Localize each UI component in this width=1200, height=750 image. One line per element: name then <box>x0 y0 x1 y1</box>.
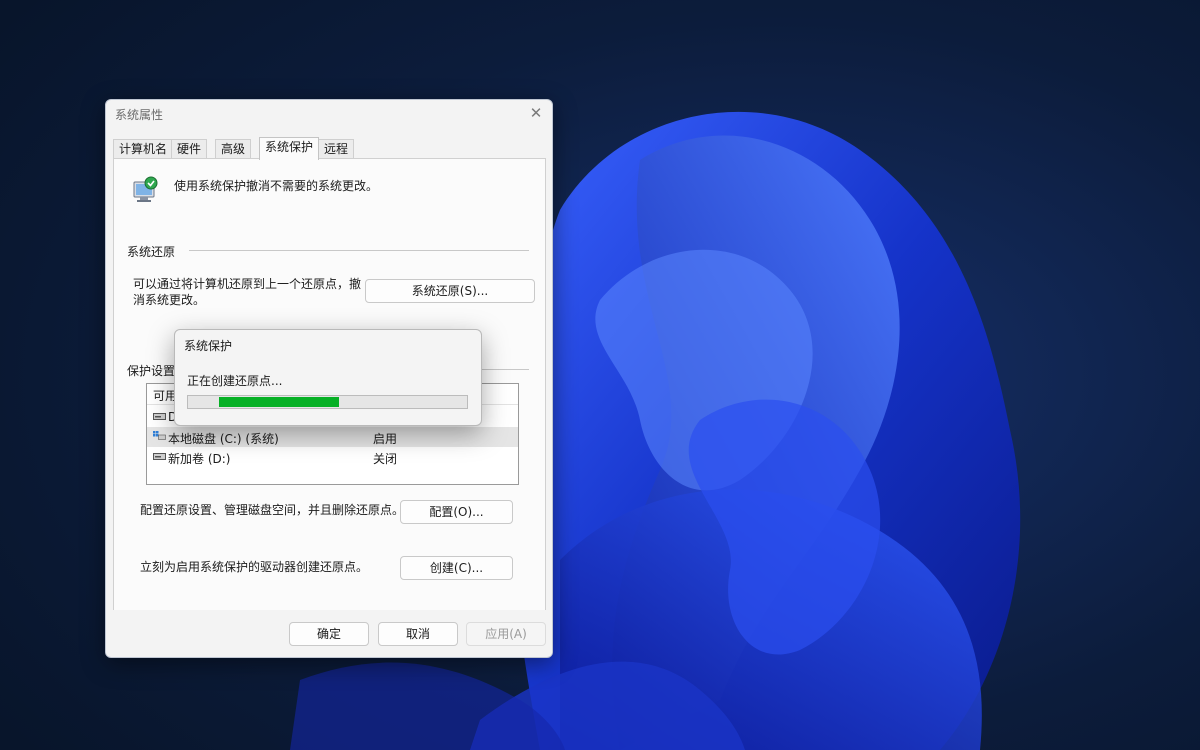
progress-message: 正在创建还原点... <box>187 374 283 388</box>
restore-section-label: 系统还原 <box>127 243 182 260</box>
dialog-title: 系统属性 <box>115 108 164 122</box>
tab-system-protection[interactable]: 系统保护 <box>259 137 320 160</box>
drive-row[interactable]: 新加卷 (D:) 关闭 <box>147 447 518 467</box>
hdd-icon <box>153 413 166 420</box>
system-protection-progress-dialog: 系统保护 正在创建还原点... <box>174 329 482 426</box>
drive-status: 启用 <box>373 432 398 446</box>
tab-hardware[interactable]: 硬件 <box>171 139 208 159</box>
progress-bar <box>187 395 468 409</box>
tab-remote[interactable]: 远程 <box>318 139 355 159</box>
restore-description: 可以通过将计算机还原到上一个还原点，撤消系统更改。 <box>133 277 362 307</box>
protection-section-label: 保护设置 <box>127 362 182 379</box>
restore-section-divider <box>189 250 529 251</box>
progress-dialog-title: 系统保护 <box>184 339 233 353</box>
system-restore-button[interactable]: 系统还原(S)... <box>365 279 535 303</box>
tab-advanced[interactable]: 高级 <box>215 139 252 159</box>
progress-bar-fill <box>219 397 339 407</box>
dialog-footer: 确定 取消 应用(A) <box>106 610 552 656</box>
drive-name: 新加卷 (D:) <box>168 452 231 466</box>
system-drive-icon <box>153 431 166 440</box>
create-description: 立刻为启用系统保护的驱动器创建还原点。 <box>140 560 369 574</box>
drive-name: 本地磁盘 (C:) (系统) <box>168 432 279 446</box>
title-bar[interactable]: 系统属性 ✕ <box>106 100 552 126</box>
apply-button[interactable]: 应用(A) <box>466 622 546 646</box>
ok-button[interactable]: 确定 <box>289 622 369 646</box>
configure-button[interactable]: 配置(O)... <box>400 500 513 524</box>
close-icon[interactable]: ✕ <box>526 103 546 123</box>
tab-computer-name[interactable]: 计算机名 <box>113 139 174 159</box>
intro-text: 使用系统保护撤消不需要的系统更改。 <box>174 179 379 193</box>
hdd-icon <box>153 453 166 460</box>
drive-row[interactable]: 本地磁盘 (C:) (系统) 启用 <box>147 427 518 447</box>
drive-status: 关闭 <box>373 452 398 466</box>
create-button[interactable]: 创建(C)... <box>400 556 513 580</box>
cancel-button[interactable]: 取消 <box>378 622 458 646</box>
system-protection-icon <box>133 176 158 202</box>
configure-description: 配置还原设置、管理磁盘空间，并且删除还原点。 <box>140 503 405 517</box>
